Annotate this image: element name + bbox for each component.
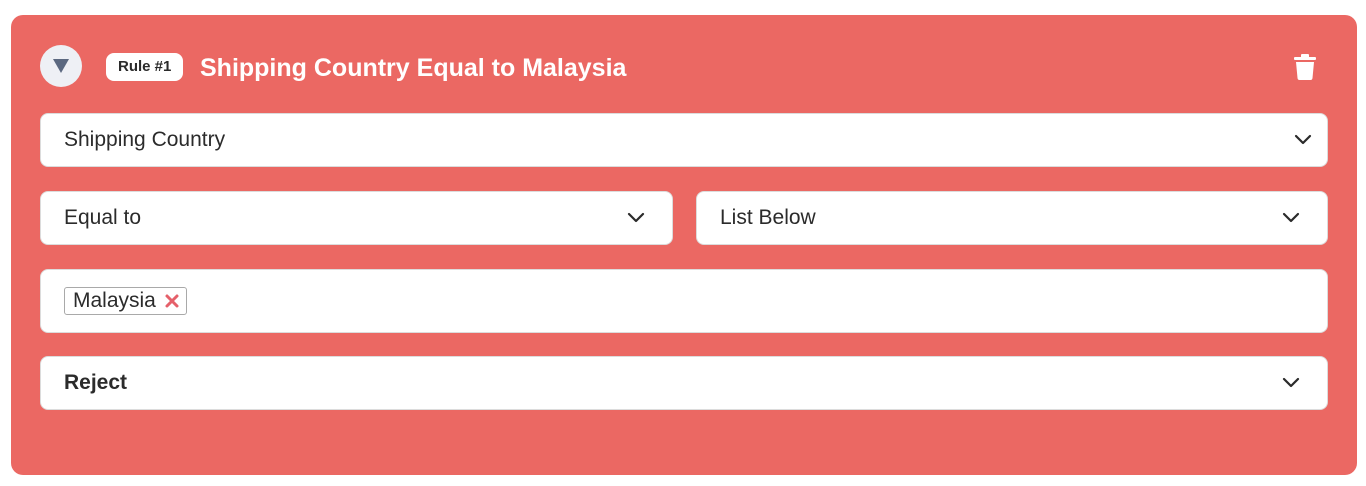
field-select[interactable]: Shipping Country: [40, 113, 1328, 167]
collapse-toggle-button[interactable]: [40, 45, 82, 87]
triangle-down-icon: [53, 59, 69, 73]
chevron-down-icon: [1282, 212, 1300, 223]
action-select-value: Reject: [64, 371, 128, 394]
delete-rule-button[interactable]: [1291, 53, 1319, 81]
chevron-down-icon: [627, 212, 645, 223]
tag-chip: Malaysia: [64, 287, 187, 315]
action-select[interactable]: Reject: [40, 356, 1328, 410]
chevron-down-icon: [1294, 134, 1312, 145]
operator-select[interactable]: Equal to: [40, 191, 673, 245]
trash-icon: [1294, 54, 1316, 80]
rule-title: Shipping Country Equal to Malaysia: [200, 54, 627, 82]
close-icon[interactable]: [164, 293, 180, 309]
rule-number-badge: Rule #1: [106, 53, 184, 81]
tag-label: Malaysia: [73, 289, 156, 312]
operator-select-value: Equal to: [64, 206, 142, 229]
value-source-select-value: List Below: [720, 206, 816, 229]
country-tags-input[interactable]: Malaysia: [40, 269, 1328, 333]
rule-card: Rule #1 Shipping Country Equal to Malays…: [11, 15, 1357, 475]
field-select-value: Shipping Country: [64, 128, 226, 151]
value-source-select[interactable]: List Below: [696, 191, 1328, 245]
chevron-down-icon: [1282, 377, 1300, 388]
